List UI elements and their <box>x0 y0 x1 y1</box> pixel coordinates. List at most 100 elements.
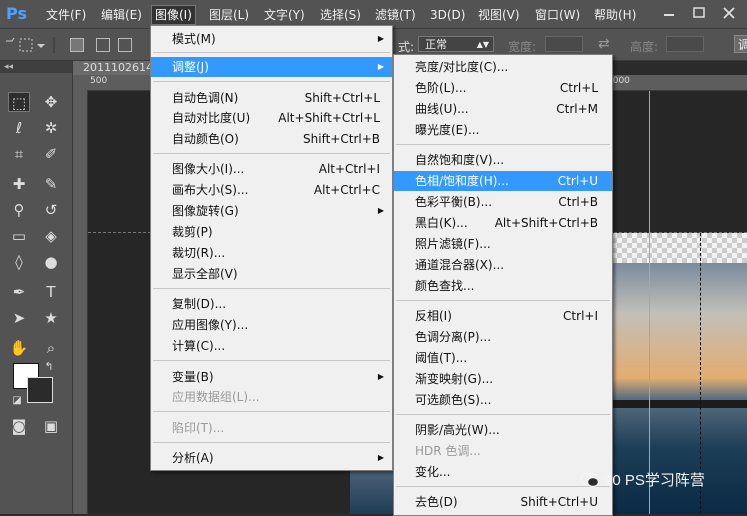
adjust-item-photo-filter[interactable]: 照片滤镜(F)... <box>394 234 612 254</box>
hand-tool-icon[interactable]: ✋ <box>8 338 30 358</box>
eraser-tool-icon[interactable]: ▭ <box>8 226 30 246</box>
adjust-item-shadows-highlights[interactable]: 阴影/高光(W)... <box>394 420 612 440</box>
pen-tool-icon[interactable]: ✒ <box>8 282 30 302</box>
image-menu-item-duplicate[interactable]: 复制(D)... <box>151 294 392 314</box>
submenu-arrow-icon: ▶ <box>377 372 384 381</box>
screen-mode-icon[interactable]: ▣ <box>40 416 62 436</box>
marquee-tool-icon[interactable]: ⬚ <box>8 92 30 112</box>
menu-type[interactable]: 文字(Y) <box>264 6 305 24</box>
menu-help[interactable]: 帮助(H) <box>594 6 636 24</box>
menu-image[interactable]: 图像(I) <box>151 5 196 25</box>
image-menu-item-apply-data-set: 应用数据组(L)... <box>172 390 260 404</box>
zoom-tool-icon[interactable]: ⌕ <box>40 338 62 358</box>
adjust-item-desaturate[interactable]: 去色(D) Shift+Ctrl+U <box>394 492 612 512</box>
vertical-guide[interactable] <box>649 91 650 514</box>
healing-brush-icon[interactable]: ✚ <box>8 174 30 194</box>
refine-edge-button[interactable]: 调 <box>734 35 747 53</box>
image-menu-item-image-size[interactable]: 图像大小(I)... Alt+Ctrl+I <box>151 159 392 179</box>
adjust-item-curves[interactable]: 曲线(U)... Ctrl+M <box>394 99 612 119</box>
width-label: 宽度: <box>508 40 537 54</box>
menu-select[interactable]: 选择(S) <box>320 6 361 24</box>
type-tool-icon[interactable]: T <box>40 282 62 302</box>
adjustments-submenu: 亮度/对比度(C)... 色阶(L)... Ctrl+L 曲线(U)... Ctrl… <box>393 54 613 516</box>
close-icon[interactable] <box>723 7 735 19</box>
height-input[interactable] <box>666 36 704 52</box>
style-label: 式: <box>398 40 415 54</box>
swap-colors-icon[interactable]: ↰ <box>38 357 60 377</box>
style-select-value: 正常 <box>425 38 447 51</box>
transparency-checker <box>612 233 747 263</box>
shape-tool-icon[interactable]: ★ <box>40 308 62 328</box>
subtract-selection-icon[interactable] <box>118 38 132 52</box>
tools-collapse[interactable]: ◂◂ <box>0 61 72 73</box>
document-image-edge <box>350 470 395 514</box>
add-selection-icon[interactable] <box>96 38 110 52</box>
width-input[interactable] <box>545 36 583 52</box>
submenu-arrow-icon: ▶ <box>377 34 384 43</box>
adjust-item-hue-saturation[interactable]: 色相/饱和度(H)... Ctrl+U <box>394 171 612 191</box>
image-menu-item-auto-color[interactable]: 自动颜色(O) Shift+Ctrl+B <box>151 129 392 149</box>
style-select[interactable]: 正常 ▲▼ <box>418 36 494 52</box>
watermark: 90 PS学习阵营 <box>580 468 747 494</box>
adjust-item-threshold[interactable]: 阈值(T)... <box>394 348 612 368</box>
lasso-tool-icon[interactable]: ℓ <box>8 118 30 138</box>
tools-panel: ◂◂ ⬚ ✥ ℓ ✲ ⌗ ✐ ✚ ✎ ⚲ ↺ ▭ ◈ ◊ ● ✒ T ➤ ★ ✋… <box>0 61 73 514</box>
menu-edit[interactable]: 编辑(E) <box>101 6 142 24</box>
history-brush-icon[interactable]: ↺ <box>40 200 62 220</box>
menu-3d[interactable]: 3D(D) <box>430 6 465 24</box>
adjust-item-levels[interactable]: 色阶(L)... Ctrl+L <box>394 78 612 98</box>
image-menu-item-trim[interactable]: 裁切(R)... <box>151 243 392 263</box>
image-menu-item-adjust[interactable]: 调整(J) ▶ <box>151 57 392 77</box>
adjust-item-color-lookup[interactable]: 颜色查找... <box>394 276 612 296</box>
adjust-item-channel-mixer[interactable]: 通道混合器(X)... <box>394 255 612 275</box>
default-colors-icon[interactable]: ◪ <box>6 391 28 411</box>
blur-tool-icon[interactable]: ◊ <box>8 252 30 272</box>
quick-mask-icon[interactable]: ◙ <box>8 416 30 436</box>
swap-icon[interactable]: ⇄ <box>598 36 610 52</box>
paint-bucket-icon[interactable]: ◈ <box>40 226 62 246</box>
adjust-item-black-white[interactable]: 黑白(K)... Alt+Shift+Ctrl+B <box>394 213 612 233</box>
image-menu-item-canvas-size[interactable]: 画布大小(S)... Alt+Ctrl+C <box>151 180 392 200</box>
magic-wand-icon[interactable]: ✲ <box>40 118 62 138</box>
adjust-item-posterize[interactable]: 色调分离(P)... <box>394 327 612 347</box>
new-selection-icon[interactable] <box>70 38 84 52</box>
image-menu-item-calculations[interactable]: 计算(C)... <box>151 336 392 356</box>
image-menu-item-auto-contrast[interactable]: 自动对比度(U) Alt+Shift+Ctrl+L <box>151 108 392 128</box>
adjust-item-selective-color[interactable]: 可选颜色(S)... <box>394 390 612 410</box>
image-menu-item-mode[interactable]: 模式(M) ▶ <box>151 29 392 49</box>
minimize-icon[interactable] <box>664 14 674 16</box>
image-bridge <box>612 400 747 408</box>
adjust-item-brightness-contrast[interactable]: 亮度/对比度(C)... <box>394 57 612 77</box>
menu-window[interactable]: 窗口(W) <box>535 6 580 24</box>
path-select-icon[interactable]: ➤ <box>8 308 30 328</box>
image-menu-item-apply-image[interactable]: 应用图像(Y)... <box>151 315 392 335</box>
adjust-item-vibrance[interactable]: 自然饱和度(V)... <box>394 150 612 170</box>
maximize-icon[interactable] <box>693 7 705 18</box>
image-menu-item-auto-tone[interactable]: 自动色调(N) Shift+Ctrl+L <box>151 88 392 108</box>
adjust-item-gradient-map[interactable]: 渐变映射(G)... <box>394 369 612 389</box>
submenu-arrow-icon: ▶ <box>377 453 384 462</box>
menu-view[interactable]: 视图(V) <box>478 6 520 24</box>
clone-stamp-icon[interactable]: ⚲ <box>8 200 30 220</box>
eyedropper-icon[interactable]: ✐ <box>40 144 62 164</box>
menu-file[interactable]: 文件(F) <box>46 6 86 24</box>
submenu-arrow-icon: ▶ <box>377 206 384 215</box>
move-tool-icon[interactable]: ✥ <box>40 92 62 112</box>
tool-preset-icon[interactable] <box>4 36 62 54</box>
menu-layer[interactable]: 图层(L) <box>209 6 249 24</box>
image-menu-item-reveal-all[interactable]: 显示全部(V) <box>151 264 392 284</box>
photoshop-logo: Ps <box>6 4 27 23</box>
dodge-tool-icon[interactable]: ● <box>40 252 62 272</box>
brush-tool-icon[interactable]: ✎ <box>40 174 62 194</box>
submenu-arrow-icon: ▶ <box>377 62 384 71</box>
adjust-item-invert[interactable]: 反相(I) Ctrl+I <box>394 306 612 326</box>
image-menu-item-analysis[interactable]: 分析(A) ▶ <box>151 448 392 468</box>
crop-tool-icon[interactable]: ⌗ <box>8 144 30 164</box>
adjust-item-color-balance[interactable]: 色彩平衡(B)... Ctrl+B <box>394 192 612 212</box>
image-menu-item-crop[interactable]: 裁剪(P) <box>151 222 392 242</box>
image-menu-item-variables[interactable]: 变量(B) ▶ <box>151 367 392 387</box>
menu-filter[interactable]: 滤镜(T) <box>375 6 416 24</box>
adjust-item-exposure[interactable]: 曝光度(E)... <box>394 120 612 140</box>
background-color[interactable] <box>27 377 53 403</box>
image-menu-item-rotation[interactable]: 图像旋转(G) ▶ <box>151 201 392 221</box>
